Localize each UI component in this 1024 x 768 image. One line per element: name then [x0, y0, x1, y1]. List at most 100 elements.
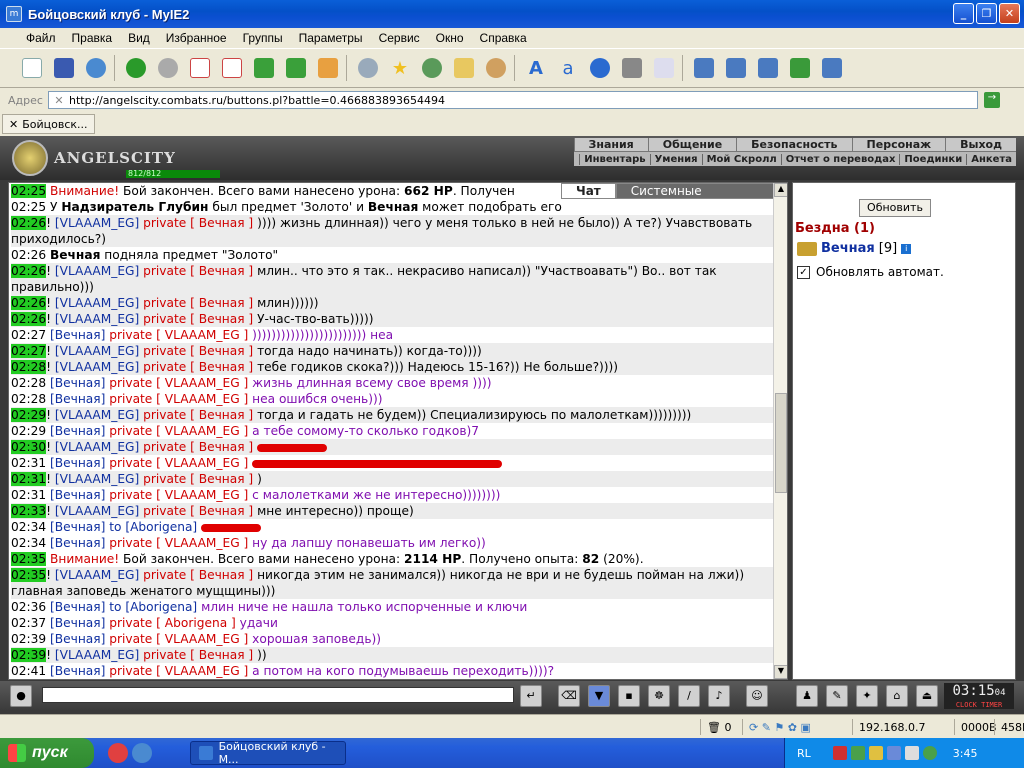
undo-close-icon[interactable]: [690, 54, 718, 82]
chat-timestamp[interactable]: 02:26: [11, 296, 47, 310]
tray-flag-icon[interactable]: [832, 746, 847, 760]
menu-window[interactable]: Окно: [428, 31, 472, 45]
minimize-button[interactable]: _: [953, 3, 974, 24]
tray-network-icon[interactable]: [850, 746, 865, 760]
menu-groups[interactable]: Группы: [235, 31, 291, 45]
chat-timestamp[interactable]: 02:30: [11, 440, 47, 454]
mail-icon[interactable]: [650, 54, 678, 82]
sender-name[interactable]: [Вечная]: [50, 328, 105, 342]
refresh-all-icon[interactable]: [282, 54, 310, 82]
new-page-icon[interactable]: [18, 54, 46, 82]
sender-name[interactable]: [Вечная]: [50, 392, 105, 406]
nav-profile[interactable]: Анкета: [966, 153, 1016, 165]
sender-name[interactable]: [Вечная]: [50, 600, 105, 614]
taskbar-window-button[interactable]: Бойцовский клуб - M...: [190, 740, 346, 766]
refresh-button[interactable]: Обновить: [859, 199, 931, 217]
internet-explorer-icon[interactable]: [132, 743, 152, 763]
private-tag[interactable]: private [ Вечная ]: [143, 264, 253, 278]
language-indicator[interactable]: RL: [797, 747, 811, 760]
private-tag[interactable]: private [ VLAAAM_EG ]: [109, 328, 248, 342]
sender-name[interactable]: [Вечная]: [50, 536, 105, 550]
private-tag[interactable]: private [ Вечная ]: [143, 312, 253, 326]
action-icon-1[interactable]: ♟: [796, 685, 818, 707]
chat-timestamp[interactable]: 02:39: [11, 648, 47, 662]
tray-volume-icon[interactable]: [904, 746, 919, 760]
history-icon[interactable]: [418, 54, 446, 82]
auto-refresh-checkbox[interactable]: ✓: [797, 265, 810, 279]
chat-timestamp[interactable]: 02:31: [11, 488, 46, 502]
folder-icon[interactable]: [450, 54, 478, 82]
chat-timestamp[interactable]: 02:29: [11, 424, 46, 438]
chat-timestamp[interactable]: 02:26: [11, 264, 47, 278]
sender-name[interactable]: [VLAAAM_EG]: [55, 216, 139, 230]
proxy-icon[interactable]: [618, 54, 646, 82]
menu-favorites[interactable]: Избранное: [158, 31, 235, 45]
private-tag[interactable]: private [ Aborigena ]: [109, 616, 236, 630]
sender-name[interactable]: [VLAAAM_EG]: [55, 296, 139, 310]
sender-name[interactable]: [VLAAAM_EG]: [55, 504, 139, 518]
sender-name[interactable]: [Вечная]: [50, 664, 105, 678]
start-button[interactable]: пуск: [0, 738, 94, 768]
encoding-icon[interactable]: a: [554, 54, 582, 82]
refresh-icon[interactable]: [250, 54, 278, 82]
sender-name[interactable]: [VLAAAM_EG]: [55, 344, 139, 358]
menu-view[interactable]: Вид: [120, 31, 158, 45]
action-icon-2[interactable]: ✎: [826, 685, 848, 707]
private-tag[interactable]: private [ VLAAAM_EG ]: [109, 424, 248, 438]
private-tag[interactable]: private [ Вечная ]: [143, 504, 253, 518]
chat-timestamp[interactable]: 02:26: [11, 312, 47, 326]
fight-icon[interactable]: ☸: [648, 685, 670, 707]
nav-inventory[interactable]: Инвентарь: [579, 153, 649, 165]
go-icon[interactable]: →: [984, 92, 1000, 108]
back-icon[interactable]: [122, 54, 150, 82]
sender-name[interactable]: [VLAAAM_EG]: [55, 440, 139, 454]
action-icon-4[interactable]: ⌂: [886, 685, 908, 707]
chat-timestamp[interactable]: 02:36: [11, 600, 46, 614]
private-tag[interactable]: private [ Вечная ]: [143, 440, 253, 454]
private-tag[interactable]: private [ Вечная ]: [143, 360, 253, 374]
smiley-icon[interactable]: ☺: [746, 685, 768, 707]
tab-close-icon[interactable]: ✕: [9, 118, 18, 131]
restore-button[interactable]: ❐: [976, 3, 997, 24]
menu-edit[interactable]: Правка: [64, 31, 121, 45]
close-button[interactable]: ✕: [999, 3, 1020, 24]
fullscreen-icon[interactable]: [754, 54, 782, 82]
chat-timestamp[interactable]: 02:33: [11, 504, 47, 518]
scroll-thumb[interactable]: [775, 393, 787, 493]
chat-timestamp[interactable]: 02:28: [11, 376, 46, 390]
close-page-icon[interactable]: [186, 54, 214, 82]
nav-skills[interactable]: Умения: [649, 153, 702, 165]
sender-name[interactable]: [Вечная]: [50, 520, 105, 534]
browser-tab[interactable]: ✕ Бойцовск...: [2, 114, 95, 134]
private-tag[interactable]: private [ Вечная ]: [143, 296, 253, 310]
save-icon[interactable]: [50, 54, 78, 82]
chat-input[interactable]: [42, 687, 514, 703]
status-icon[interactable]: ⟳ ✎ ⚑ ✿ ▣: [749, 721, 811, 734]
chat-timestamp[interactable]: 02:39: [11, 632, 46, 646]
sender-name[interactable]: [VLAAAM_EG]: [55, 472, 139, 486]
download-icon[interactable]: [786, 54, 814, 82]
sender-name[interactable]: [Вечная]: [50, 376, 105, 390]
chat-timestamp[interactable]: 02:31: [11, 472, 47, 486]
address-input[interactable]: ✕ http://angelscity.combats.ru/buttons.p…: [48, 91, 978, 109]
chat-timestamp[interactable]: 02:26: [11, 248, 46, 262]
chat-timestamp[interactable]: 02:27: [11, 344, 47, 358]
action-icon-3[interactable]: ✦: [856, 685, 878, 707]
sender-name[interactable]: [Вечная]: [50, 616, 105, 630]
tile-windows-icon[interactable]: [818, 54, 846, 82]
private-tag[interactable]: private [ VLAAAM_EG ]: [109, 536, 248, 550]
sender-name[interactable]: [VLAAAM_EG]: [55, 312, 139, 326]
translit-icon[interactable]: /: [678, 685, 700, 707]
chat-timestamp[interactable]: 02:28: [11, 392, 46, 406]
nav-transfer-report[interactable]: Отчет о переводах: [780, 153, 900, 165]
web-icon[interactable]: [586, 54, 614, 82]
user-icon[interactable]: [482, 54, 510, 82]
forward-icon[interactable]: [154, 54, 182, 82]
chat-timestamp[interactable]: 02:41: [11, 664, 46, 678]
user-row[interactable]: Вечная [9] i: [797, 241, 912, 256]
send-icon[interactable]: ↵: [520, 685, 542, 707]
nav-character[interactable]: Персонаж: [851, 138, 946, 151]
sender-name[interactable]: [Вечная]: [50, 456, 105, 470]
stop-icon[interactable]: ✕: [49, 94, 69, 107]
nav-knowledge[interactable]: Знания: [573, 138, 648, 151]
